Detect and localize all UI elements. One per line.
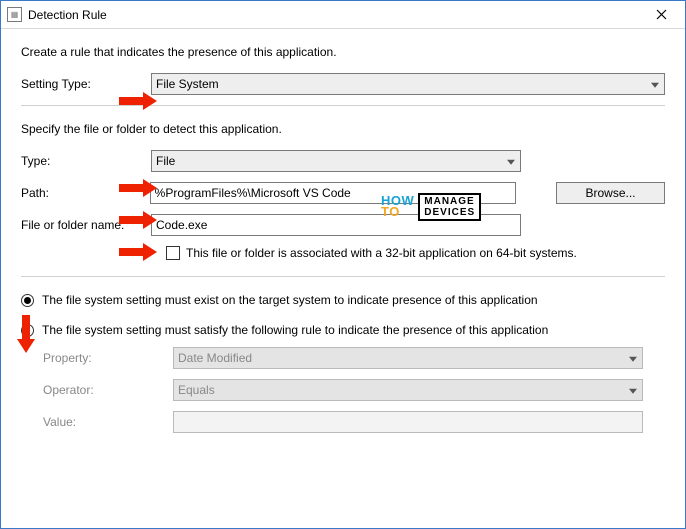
divider-1 xyxy=(21,105,665,106)
path-row: Path: Browse... xyxy=(21,182,665,204)
filename-label: File or folder name: xyxy=(21,218,151,232)
browse-button[interactable]: Browse... xyxy=(556,182,665,204)
radio-rule-row: The file system setting must satisfy the… xyxy=(21,323,665,337)
rule-subblock: Property: Operator: Value: xyxy=(43,347,665,433)
radio-exist[interactable] xyxy=(21,294,34,307)
close-button[interactable] xyxy=(641,2,681,28)
operator-select xyxy=(173,379,643,401)
window-title: Detection Rule xyxy=(28,8,641,22)
value-input xyxy=(173,411,643,433)
path-label: Path: xyxy=(21,186,150,200)
filename-row: File or folder name: xyxy=(21,214,665,236)
divider-2 xyxy=(21,276,665,277)
radio-rule[interactable] xyxy=(21,324,34,337)
assoc32-label: This file or folder is associated with a… xyxy=(186,246,577,260)
type-label: Type: xyxy=(21,154,151,168)
setting-type-select[interactable] xyxy=(151,73,665,95)
intro-text-1: Create a rule that indicates the presenc… xyxy=(21,45,665,59)
type-select[interactable] xyxy=(151,150,521,172)
radio-rule-label: The file system setting must satisfy the… xyxy=(42,323,548,337)
titlebar: ▦ Detection Rule xyxy=(1,1,685,29)
setting-type-label: Setting Type: xyxy=(21,77,151,91)
app-icon: ▦ xyxy=(7,7,22,22)
property-label: Property: xyxy=(43,351,173,365)
operator-label: Operator: xyxy=(43,383,173,397)
path-input[interactable] xyxy=(150,182,516,204)
assoc32-checkbox[interactable] xyxy=(166,246,180,260)
value-label: Value: xyxy=(43,415,173,429)
close-icon xyxy=(656,9,667,20)
property-select xyxy=(173,347,643,369)
filename-input[interactable] xyxy=(151,214,521,236)
type-row: Type: xyxy=(21,150,665,172)
intro-text-2: Specify the file or folder to detect thi… xyxy=(21,122,665,136)
dialog-content: Create a rule that indicates the presenc… xyxy=(1,29,685,433)
setting-type-row: Setting Type: xyxy=(21,73,665,95)
radio-exist-row: The file system setting must exist on th… xyxy=(21,293,665,307)
assoc32-row: This file or folder is associated with a… xyxy=(166,246,665,260)
radio-exist-label: The file system setting must exist on th… xyxy=(42,293,538,307)
